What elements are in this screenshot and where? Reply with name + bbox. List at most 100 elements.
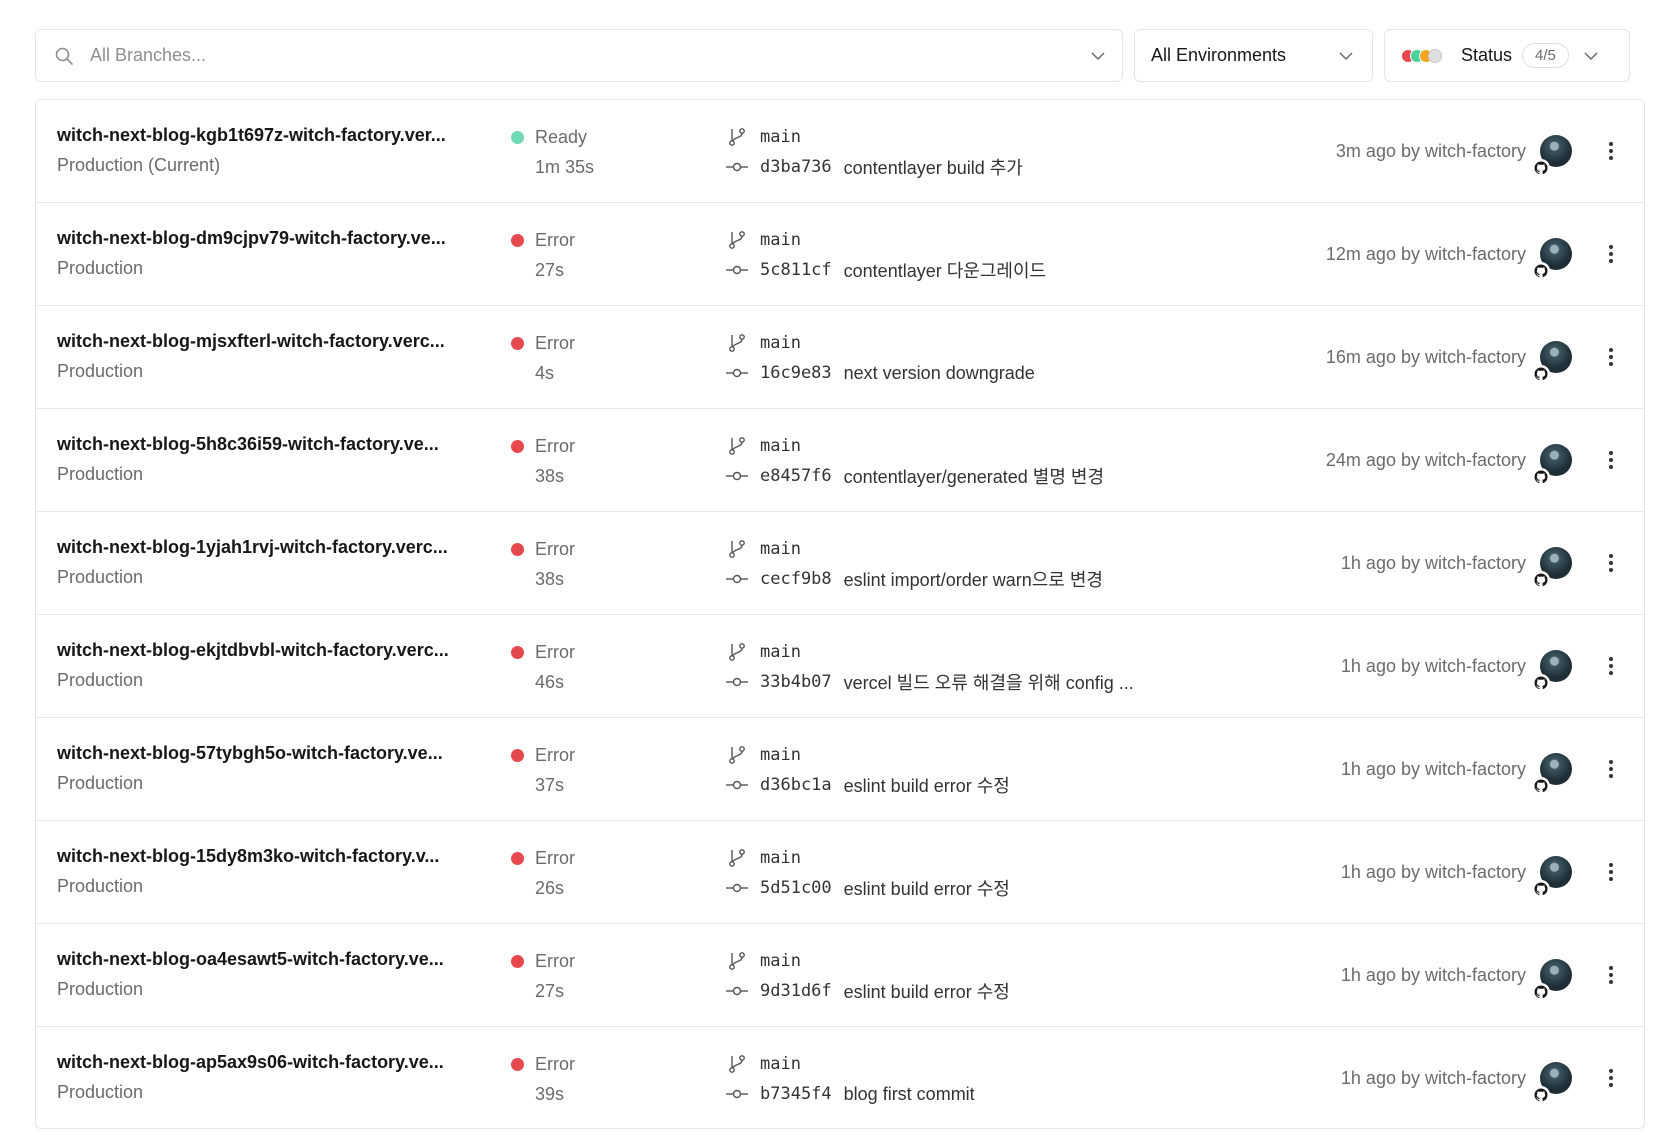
commit-hash[interactable]: 33b4b07	[760, 672, 832, 692]
author-avatar[interactable]	[1532, 959, 1572, 1001]
deployment-time-author: 1h ago by witch-factory	[1340, 758, 1526, 779]
deployment-source-cell: main 33b4b07 vercel 빌드 오류 해결을 위해 config …	[726, 641, 1134, 693]
commit-hash[interactable]: b7345f4	[760, 1084, 832, 1104]
deployment-row[interactable]: witch-next-blog-oa4esawt5-witch-factory.…	[36, 924, 1644, 1027]
author-avatar[interactable]	[1532, 753, 1572, 795]
commit-message[interactable]: next version downgrade	[844, 363, 1035, 384]
deployment-status: Error	[535, 642, 575, 662]
status-dot	[511, 130, 524, 144]
commit-message[interactable]: eslint build error 수정	[844, 772, 1010, 798]
deployment-row[interactable]: witch-next-blog-ap5ax9s06-witch-factory.…	[36, 1027, 1644, 1128]
author-avatar[interactable]	[1532, 1062, 1572, 1104]
deployment-status: Error	[535, 230, 575, 250]
deployment-status: Error	[535, 436, 575, 456]
deployment-meta-cell: 1h ago by witch-factory	[1341, 512, 1622, 614]
deployment-row[interactable]: witch-next-blog-ekjtdbvbl-witch-factory.…	[36, 615, 1644, 718]
commit-hash[interactable]: 9d31d6f	[760, 981, 832, 1001]
commit-message[interactable]: eslint import/order warn으로 변경	[844, 566, 1103, 592]
deployment-status: Ready	[535, 127, 588, 147]
commit-hash[interactable]: d36bc1a	[760, 775, 832, 795]
commit-message[interactable]: contentlayer build 추가	[844, 154, 1023, 180]
deployment-row[interactable]: witch-next-blog-57tybgh5o-witch-factory.…	[36, 718, 1644, 821]
author-avatar[interactable]	[1532, 135, 1572, 177]
deployment-status-cell: Error 4s	[511, 332, 575, 384]
commit-hash[interactable]: 16c9e83	[760, 363, 832, 383]
author-avatar[interactable]	[1532, 444, 1572, 486]
commit-message[interactable]: eslint build error 수정	[844, 875, 1010, 901]
branch-name[interactable]: main	[760, 230, 801, 250]
github-icon	[1532, 262, 1550, 280]
deployment-row[interactable]: witch-next-blog-dm9cjpv79-witch-factory.…	[36, 203, 1644, 306]
author-avatar[interactable]	[1532, 341, 1572, 383]
more-options-icon[interactable]	[1600, 651, 1622, 681]
deployment-row[interactable]: witch-next-blog-1yjah1rvj-witch-factory.…	[36, 512, 1644, 615]
more-options-icon[interactable]	[1600, 342, 1622, 372]
branch-name[interactable]: main	[760, 539, 801, 559]
commit-message[interactable]: contentlayer/generated 별명 변경	[844, 463, 1104, 489]
deployment-name-cell: witch-next-blog-ekjtdbvbl-witch-factory.…	[57, 639, 487, 691]
deployment-name[interactable]: witch-next-blog-dm9cjpv79-witch-factory.…	[57, 227, 487, 249]
deployment-name[interactable]: witch-next-blog-mjsxfterl-witch-factory.…	[57, 330, 487, 352]
more-options-icon[interactable]	[1600, 445, 1622, 475]
branch-name[interactable]: main	[760, 745, 801, 765]
deployment-status-cell: Error 27s	[511, 229, 575, 281]
deployment-name[interactable]: witch-next-blog-15dy8m3ko-witch-factory.…	[57, 845, 487, 867]
commit-hash[interactable]: 5c811cf	[760, 260, 832, 280]
deployment-meta-cell: 1h ago by witch-factory	[1341, 718, 1622, 820]
more-options-icon[interactable]	[1600, 754, 1622, 784]
status-select[interactable]: Status 4/5	[1384, 29, 1630, 82]
commit-hash[interactable]: e8457f6	[760, 466, 832, 486]
more-options-icon[interactable]	[1600, 239, 1622, 269]
github-icon	[1532, 571, 1550, 589]
branch-name[interactable]: main	[760, 642, 801, 662]
deployment-row[interactable]: witch-next-blog-5h8c36i59-witch-factory.…	[36, 409, 1644, 512]
deployment-time-author: 3m ago by witch-factory	[1335, 140, 1526, 161]
git-commit-icon	[726, 368, 748, 378]
author-avatar[interactable]	[1532, 547, 1572, 589]
commit-message[interactable]: blog first commit	[844, 1084, 975, 1105]
commit-message[interactable]: contentlayer 다운그레이드	[844, 257, 1046, 283]
deployment-name[interactable]: witch-next-blog-ekjtdbvbl-witch-factory.…	[57, 639, 487, 661]
environment-select[interactable]: All Environments	[1134, 29, 1373, 82]
deployment-name-cell: witch-next-blog-57tybgh5o-witch-factory.…	[57, 742, 487, 794]
branch-name[interactable]: main	[760, 333, 801, 353]
branch-search-input[interactable]	[90, 45, 1088, 66]
more-options-icon[interactable]	[1600, 136, 1622, 166]
status-dot	[511, 954, 524, 968]
deployment-name[interactable]: witch-next-blog-5h8c36i59-witch-factory.…	[57, 433, 487, 455]
deployment-source-cell: main d3ba736 contentlayer build 추가	[726, 126, 1023, 178]
commit-hash[interactable]: cecf9b8	[760, 569, 832, 589]
commit-message[interactable]: vercel 빌드 오류 해결을 위해 config ...	[844, 669, 1134, 695]
deployment-name[interactable]: witch-next-blog-ap5ax9s06-witch-factory.…	[57, 1051, 487, 1073]
deployment-name[interactable]: witch-next-blog-oa4esawt5-witch-factory.…	[57, 948, 487, 970]
commit-hash[interactable]: d3ba736	[760, 157, 832, 177]
git-commit-icon	[726, 677, 748, 687]
more-options-icon[interactable]	[1600, 960, 1622, 990]
deployment-row[interactable]: witch-next-blog-15dy8m3ko-witch-factory.…	[36, 821, 1644, 924]
deployment-source-cell: main 5d51c00 eslint build error 수정	[726, 847, 1010, 899]
branch-name[interactable]: main	[760, 127, 801, 147]
more-options-icon[interactable]	[1600, 857, 1622, 887]
author-avatar[interactable]	[1532, 856, 1572, 898]
branch-name[interactable]: main	[760, 436, 801, 456]
branch-name[interactable]: main	[760, 848, 801, 868]
deployment-row[interactable]: witch-next-blog-kgb1t697z-witch-factory.…	[36, 100, 1644, 203]
deployment-name[interactable]: witch-next-blog-kgb1t697z-witch-factory.…	[57, 124, 487, 146]
author-avatar[interactable]	[1532, 650, 1572, 692]
branch-name[interactable]: main	[760, 951, 801, 971]
deployment-status-cell: Ready 1m 35s	[511, 126, 594, 178]
deployment-source-cell: main 9d31d6f eslint build error 수정	[726, 950, 1010, 1002]
more-options-icon[interactable]	[1600, 1063, 1622, 1093]
deployment-environment: Production	[57, 979, 144, 999]
deployment-time-author: 1h ago by witch-factory	[1340, 861, 1526, 882]
commit-message[interactable]: eslint build error 수정	[844, 978, 1010, 1004]
more-options-icon[interactable]	[1600, 548, 1622, 578]
branch-search[interactable]	[35, 29, 1123, 82]
chevron-down-icon[interactable]	[1088, 46, 1108, 66]
deployment-row[interactable]: witch-next-blog-mjsxfterl-witch-factory.…	[36, 306, 1644, 409]
deployment-name[interactable]: witch-next-blog-57tybgh5o-witch-factory.…	[57, 742, 487, 764]
author-avatar[interactable]	[1532, 238, 1572, 280]
branch-name[interactable]: main	[760, 1054, 801, 1074]
deployment-name[interactable]: witch-next-blog-1yjah1rvj-witch-factory.…	[57, 536, 487, 558]
commit-hash[interactable]: 5d51c00	[760, 878, 832, 898]
